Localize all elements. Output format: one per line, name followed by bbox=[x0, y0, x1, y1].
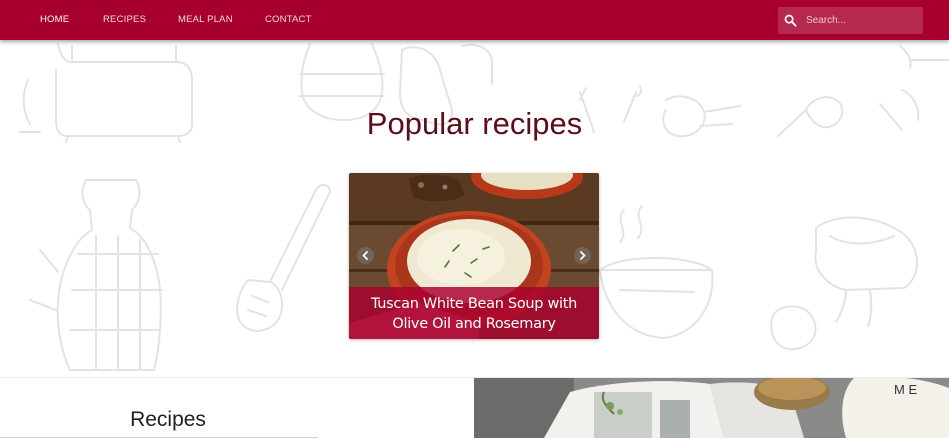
carousel-caption[interactable]: Tuscan White Bean Soup with Olive Oil an… bbox=[349, 287, 599, 339]
recipes-section: Recipes bbox=[0, 378, 474, 438]
carousel-next-button[interactable] bbox=[574, 247, 591, 264]
search-box[interactable] bbox=[778, 7, 923, 34]
cookbook-image: M E bbox=[474, 378, 949, 438]
chevron-left-icon bbox=[362, 251, 368, 260]
carousel-prev-button[interactable] bbox=[357, 247, 374, 264]
nav-link-contact[interactable]: CONTACT bbox=[265, 0, 312, 40]
search-icon bbox=[784, 14, 797, 27]
recipes-heading: Recipes bbox=[130, 408, 206, 431]
recipe-carousel[interactable]: Tuscan White Bean Soup with Olive Oil an… bbox=[349, 173, 599, 339]
hero-section: Popular recipes Tuscan White Bean Soup w… bbox=[0, 40, 949, 377]
recipe-title[interactable]: Tuscan White Bean Soup with Olive Oil an… bbox=[355, 294, 593, 334]
top-navbar: HOME RECIPES MEAL PLAN CONTACT bbox=[0, 0, 949, 40]
nav-link-meal-plan[interactable]: MEAL PLAN bbox=[178, 0, 233, 40]
cookbook-photo: M E bbox=[474, 378, 949, 438]
chevron-right-icon bbox=[580, 251, 586, 260]
canister-letters: M E bbox=[894, 382, 917, 397]
popular-recipes-heading: Popular recipes bbox=[366, 106, 583, 141]
search-input[interactable] bbox=[802, 7, 922, 34]
nav-link-recipes[interactable]: RECIPES bbox=[103, 0, 146, 40]
nav-link-home[interactable]: HOME bbox=[40, 0, 69, 40]
